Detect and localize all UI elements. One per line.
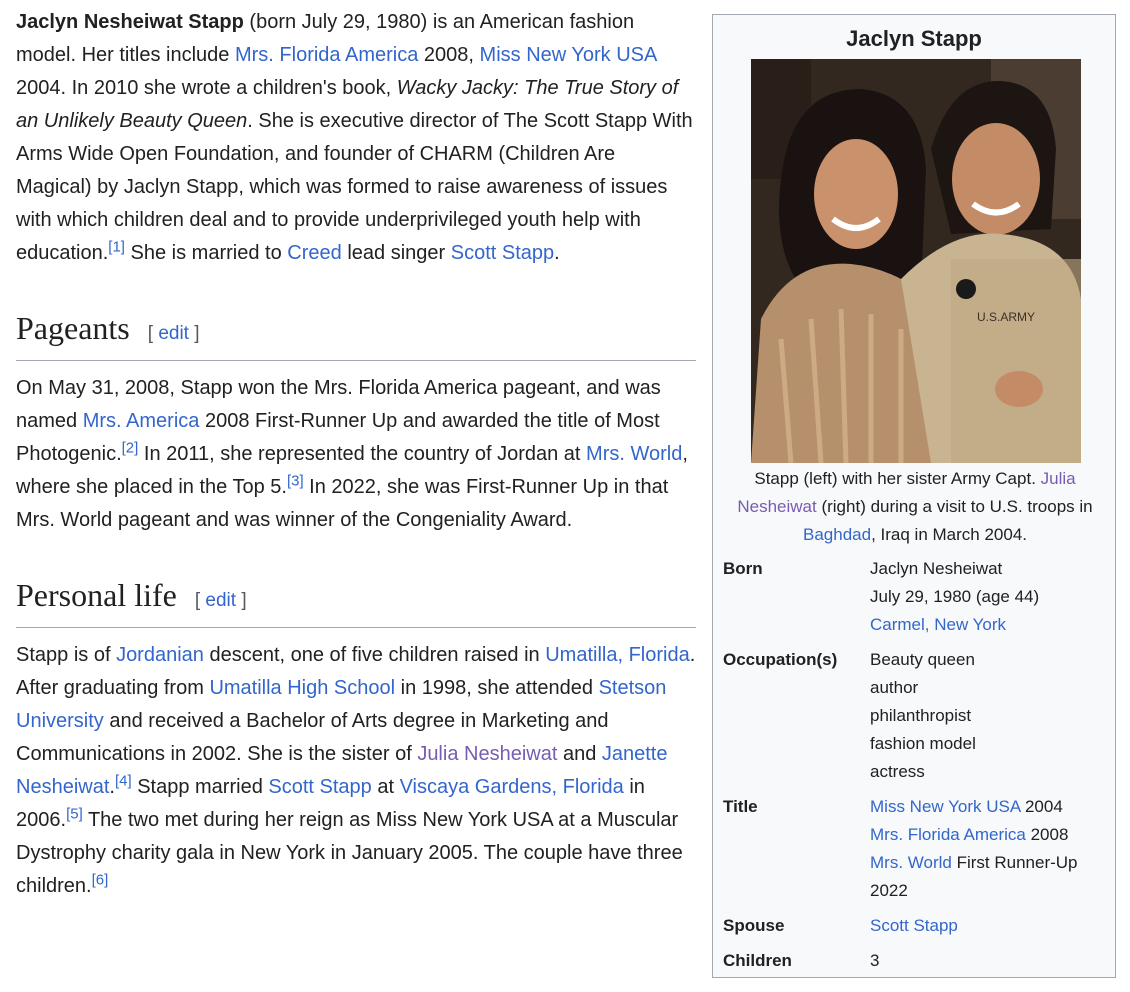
link-umatilla-high-school[interactable]: Umatilla High School (209, 677, 395, 699)
infobox-photo[interactable]: U.S.ARMY (751, 59, 1081, 463)
edit-section-personal-life: [ edit ] (194, 590, 247, 611)
intro-paragraph: Jaclyn Nesheiwat Stapp (born July 29, 19… (16, 11, 693, 264)
ref-1[interactable]: [1] (108, 238, 125, 255)
ref-5[interactable]: [5] (66, 805, 83, 822)
link-scott-stapp-2[interactable]: Scott Stapp (268, 776, 371, 798)
ref-6[interactable]: [6] (92, 871, 109, 888)
infobox-row-born: Born Jaclyn Nesheiwat July 29, 1980 (age… (723, 555, 1113, 639)
infobox-row-children: Children 3 (723, 947, 1113, 975)
edit-link-pageants[interactable]: edit (158, 323, 189, 344)
link-title-mrs-florida-america[interactable]: Mrs. Florida America (870, 825, 1026, 844)
link-mrs-world[interactable]: Mrs. World (586, 443, 682, 465)
link-julia-nesheiwat[interactable]: Julia Nesheiwat (417, 743, 557, 765)
children-label: Children (723, 951, 792, 970)
infobox-table: Born Jaclyn Nesheiwat July 29, 1980 (age… (723, 555, 1113, 982)
infobox: Jaclyn Stapp U.S.ARMY Stapp (left) with … (712, 14, 1116, 978)
link-spouse-scott-stapp[interactable]: Scott Stapp (870, 916, 958, 935)
spouse-label: Spouse (723, 916, 785, 935)
occupation-value: Beauty queen author philanthropist fashi… (870, 646, 1113, 786)
ref-4[interactable]: [4] (115, 772, 132, 789)
link-title-miss-new-york-usa[interactable]: Miss New York USA (870, 797, 1020, 816)
link-mrs-america[interactable]: Mrs. America (83, 410, 200, 432)
photo-illustration: U.S.ARMY (751, 59, 1081, 463)
infobox-row-occupation: Occupation(s) Beauty queen author philan… (723, 646, 1113, 786)
spouse-value: Scott Stapp (870, 912, 1113, 940)
infobox-title: Jaclyn Stapp (846, 26, 982, 51)
infobox-row-title: Title Miss New York USA 2004 Mrs. Florid… (723, 793, 1113, 905)
link-carmel-new-york[interactable]: Carmel, New York (870, 615, 1006, 634)
infobox-row-spouse: Spouse Scott Stapp (723, 912, 1113, 940)
pageants-paragraph: On May 31, 2008, Stapp won the Mrs. Flor… (16, 377, 688, 531)
link-miss-new-york-usa[interactable]: Miss New York USA (480, 44, 657, 66)
heading-pageants: Pageants[ edit ] (16, 308, 696, 361)
link-creed[interactable]: Creed (287, 242, 341, 264)
link-viscaya-gardens[interactable]: Viscaya Gardens, Florida (400, 776, 624, 798)
title-label: Title (723, 797, 758, 816)
occupation-item: philanthropist (870, 706, 972, 725)
ref-3[interactable]: [3] (287, 472, 304, 489)
born-label: Born (723, 559, 763, 578)
subject-name: Jaclyn Nesheiwat Stapp (16, 11, 244, 33)
link-jordanian[interactable]: Jordanian (116, 644, 204, 666)
occupation-item: author (870, 678, 919, 697)
occupation-item: Beauty queen (870, 650, 975, 669)
born-value: Jaclyn Nesheiwat July 29, 1980 (age 44) … (870, 559, 1040, 634)
personal-life-paragraph: Stapp is of Jordanian descent, one of fi… (16, 644, 696, 897)
title-value: Miss New York USA 2004 Mrs. Florida Amer… (870, 797, 1078, 900)
ref-2[interactable]: [2] (122, 439, 139, 456)
photo-caption: Stapp (left) with her sister Army Capt. … (737, 469, 1093, 544)
children-value: 3 (870, 951, 880, 970)
occupation-label: Occupation(s) (723, 650, 838, 669)
edit-link-personal-life[interactable]: edit (205, 590, 236, 611)
uniform-tag-text: U.S.ARMY (977, 310, 1035, 324)
occupation-item: fashion model (870, 734, 976, 753)
link-umatilla-florida[interactable]: Umatilla, Florida (545, 644, 689, 666)
article-body: Jaclyn Nesheiwat Stapp (born July 29, 19… (16, 6, 696, 903)
occupation-item: actress (870, 762, 925, 781)
link-scott-stapp[interactable]: Scott Stapp (451, 242, 554, 264)
heading-personal-life: Personal life[ edit ] (16, 575, 696, 628)
link-title-mrs-world[interactable]: Mrs. World (870, 853, 952, 872)
edit-section-pageants: [ edit ] (147, 323, 200, 344)
link-mrs-florida-america[interactable]: Mrs. Florida America (235, 44, 418, 66)
caption-link-baghdad[interactable]: Baghdad (803, 525, 871, 544)
